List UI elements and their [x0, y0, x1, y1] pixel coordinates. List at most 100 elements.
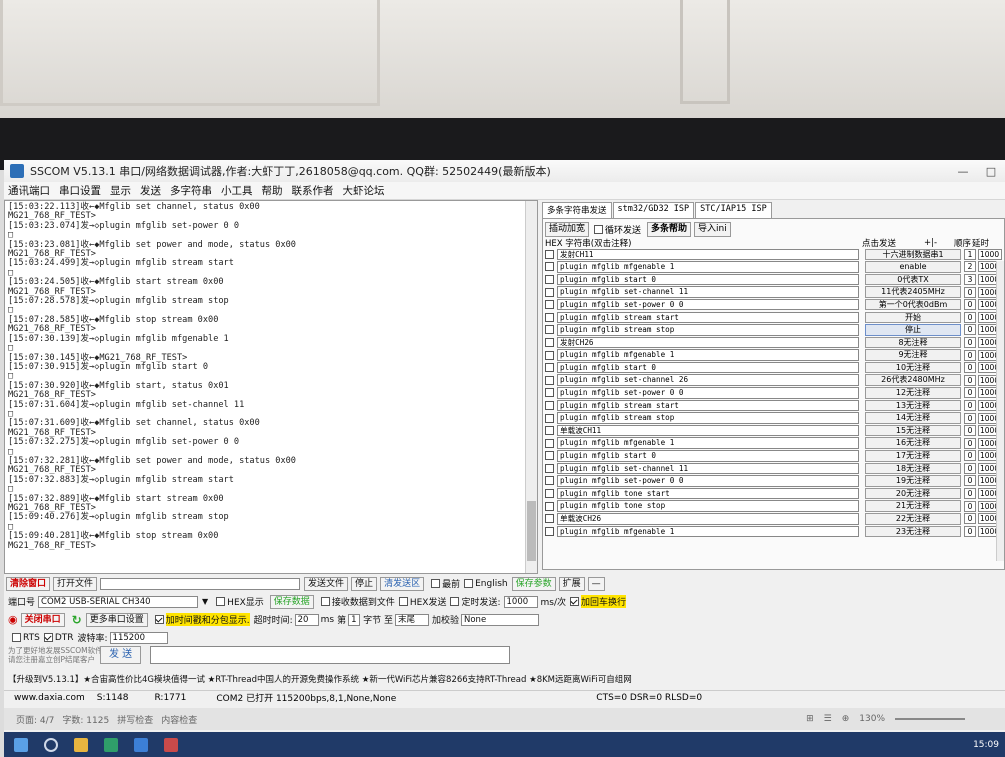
add-crlf-checkbox[interactable]: [570, 597, 579, 606]
row-order-input[interactable]: 0: [964, 336, 976, 348]
row-send-button[interactable]: 18无注释: [865, 462, 961, 475]
loop-send-checkbox[interactable]: [594, 224, 604, 234]
close-port-button[interactable]: 关闭串口: [20, 612, 65, 627]
row-send-button[interactable]: 0代表TX: [865, 273, 961, 286]
row-hex-checkbox[interactable]: [545, 463, 554, 473]
menu-item[interactable]: 联系作者: [292, 183, 334, 198]
refresh-icon[interactable]: ↻: [72, 613, 82, 627]
english-checkbox[interactable]: [464, 579, 474, 588]
row-hex-checkbox[interactable]: [545, 287, 554, 297]
row-order-input[interactable]: 0: [964, 462, 976, 474]
end-select[interactable]: 末尾: [394, 613, 429, 626]
row-order-input[interactable]: 2: [964, 261, 976, 273]
minimize-button[interactable]: —: [949, 165, 977, 178]
row-string-input[interactable]: plugin mfglib mfgenable 1: [557, 349, 859, 361]
row-send-button[interactable]: 停止: [865, 324, 961, 336]
row-hex-checkbox[interactable]: [545, 325, 554, 335]
row-hex-checkbox[interactable]: [545, 501, 554, 511]
row-hex-checkbox[interactable]: [545, 489, 554, 499]
row-string-input[interactable]: plugin mfglib mfgenable 1: [557, 525, 859, 538]
row-hex-checkbox[interactable]: [545, 363, 554, 373]
stop-button[interactable]: 停止: [351, 576, 378, 591]
row-send-button[interactable]: 19无注释: [865, 475, 961, 487]
row-string-input[interactable]: plugin mfglib stream stop: [557, 324, 859, 336]
row-hex-checkbox[interactable]: [545, 388, 554, 398]
row-send-button[interactable]: 第一个0代表0dBm: [865, 298, 961, 311]
layout-icon[interactable]: ☰: [824, 714, 832, 724]
timed-interval-input[interactable]: 1000: [503, 595, 538, 608]
row-hex-checkbox[interactable]: [545, 526, 554, 536]
row-send-button[interactable]: 14无注释: [865, 412, 961, 424]
row-order-input[interactable]: 0: [964, 475, 976, 487]
row-hex-checkbox[interactable]: [545, 300, 554, 310]
receive-log[interactable]: [15:03:22.113]收←◆Mfglib set channel, sta…: [4, 200, 538, 574]
menu-item[interactable]: 多字符串: [170, 183, 212, 198]
send-input[interactable]: [150, 646, 511, 664]
zoom-level[interactable]: 130%: [859, 714, 885, 724]
row-string-input[interactable]: 单载波CH11: [557, 424, 859, 437]
menu-item[interactable]: 发送: [140, 183, 161, 198]
checksum-select[interactable]: None: [461, 613, 539, 626]
browser-icon[interactable]: [104, 737, 118, 752]
row-delay-input[interactable]: 1000: [978, 248, 1002, 260]
hex-send-checkbox[interactable]: [398, 597, 408, 606]
menu-item[interactable]: 帮助: [262, 183, 283, 198]
send-button[interactable]: 发 送: [100, 646, 142, 664]
row-order-input[interactable]: 1: [964, 248, 976, 260]
clear-window-button[interactable]: 清除窗口: [6, 576, 51, 591]
row-string-input[interactable]: plugin mfglib mfgenable 1: [557, 437, 859, 449]
row-send-button[interactable]: 十六进制数据串1: [865, 248, 961, 261]
row-order-input[interactable]: 0: [964, 437, 976, 449]
recv-to-file-checkbox[interactable]: [320, 597, 330, 606]
send-file-button[interactable]: 发送文件: [304, 576, 349, 591]
timed-send-checkbox[interactable]: [450, 597, 460, 606]
row-string-input[interactable]: plugin mfglib set-channel 11: [557, 462, 859, 475]
menu-item[interactable]: 大虾论坛: [343, 183, 385, 198]
log-scrollbar[interactable]: [525, 201, 537, 573]
row-string-input[interactable]: plugin mfglib set-power 0 0: [557, 475, 859, 487]
row-send-button[interactable]: 16无注释: [865, 437, 961, 449]
multi-scrollbar[interactable]: [996, 261, 1004, 561]
maximize-button[interactable]: □: [977, 165, 1005, 178]
site-link[interactable]: www.daxia.com: [14, 693, 85, 703]
row-string-input[interactable]: plugin mfglib tone start: [557, 487, 859, 500]
row-send-button[interactable]: 22无注释: [865, 513, 961, 525]
row-string-input[interactable]: 发射CH11: [557, 248, 859, 261]
row-hex-checkbox[interactable]: [545, 249, 554, 259]
row-send-button[interactable]: 15无注释: [865, 424, 961, 437]
app-icon-taskbar[interactable]: [134, 737, 148, 752]
row-send-button[interactable]: 11代表2405MHz: [865, 286, 961, 298]
row-hex-checkbox[interactable]: [545, 438, 554, 448]
row-string-input[interactable]: 发射CH26: [557, 336, 859, 349]
row-send-button[interactable]: enable: [865, 261, 961, 273]
row-send-button[interactable]: 9无注释: [865, 349, 961, 361]
row-send-button[interactable]: 21无注释: [865, 500, 961, 512]
menu-item[interactable]: 小工具: [221, 183, 253, 198]
row-string-input[interactable]: plugin mfglib start 0: [557, 273, 859, 286]
row-string-input[interactable]: 单载波CH26: [557, 513, 859, 525]
row-string-input[interactable]: plugin mfglib set-channel 26: [557, 374, 859, 386]
row-send-button[interactable]: 10无注释: [865, 361, 961, 374]
row-send-button[interactable]: 12无注释: [865, 387, 961, 399]
row-order-input[interactable]: 0: [964, 399, 976, 411]
ad-banner[interactable]: 【升级到V5.13.1】★合宙高性价比4G模块值得一试 ★RT-Thread中国…: [8, 671, 632, 686]
row-hex-checkbox[interactable]: [545, 451, 554, 461]
tab-stc-isp[interactable]: STC/IAP15 ISP: [695, 202, 772, 218]
menu-item[interactable]: 通讯端口: [8, 183, 50, 198]
multi-help-button[interactable]: 多条帮助: [647, 221, 692, 237]
search-icon[interactable]: [44, 737, 58, 752]
row-hex-checkbox[interactable]: [545, 312, 554, 322]
port-select[interactable]: COM2 USB-SERIAL CH340: [38, 595, 199, 608]
row-hex-checkbox[interactable]: [545, 337, 554, 347]
file-path-input[interactable]: [100, 577, 301, 590]
media-icon[interactable]: [164, 737, 178, 752]
row-hex-checkbox[interactable]: [545, 413, 554, 423]
row-string-input[interactable]: plugin mfglib stream start: [557, 311, 859, 324]
more-settings-button[interactable]: 更多串口设置: [85, 612, 148, 627]
row-string-input[interactable]: plugin mfglib mfgenable 1: [557, 261, 859, 273]
folder-icon[interactable]: [74, 737, 88, 752]
log-scroll-thumb[interactable]: [527, 501, 536, 561]
row-hex-checkbox[interactable]: [545, 426, 554, 436]
row-send-button[interactable]: 20无注释: [865, 487, 961, 500]
row-string-input[interactable]: plugin mfglib stream start: [557, 399, 859, 412]
